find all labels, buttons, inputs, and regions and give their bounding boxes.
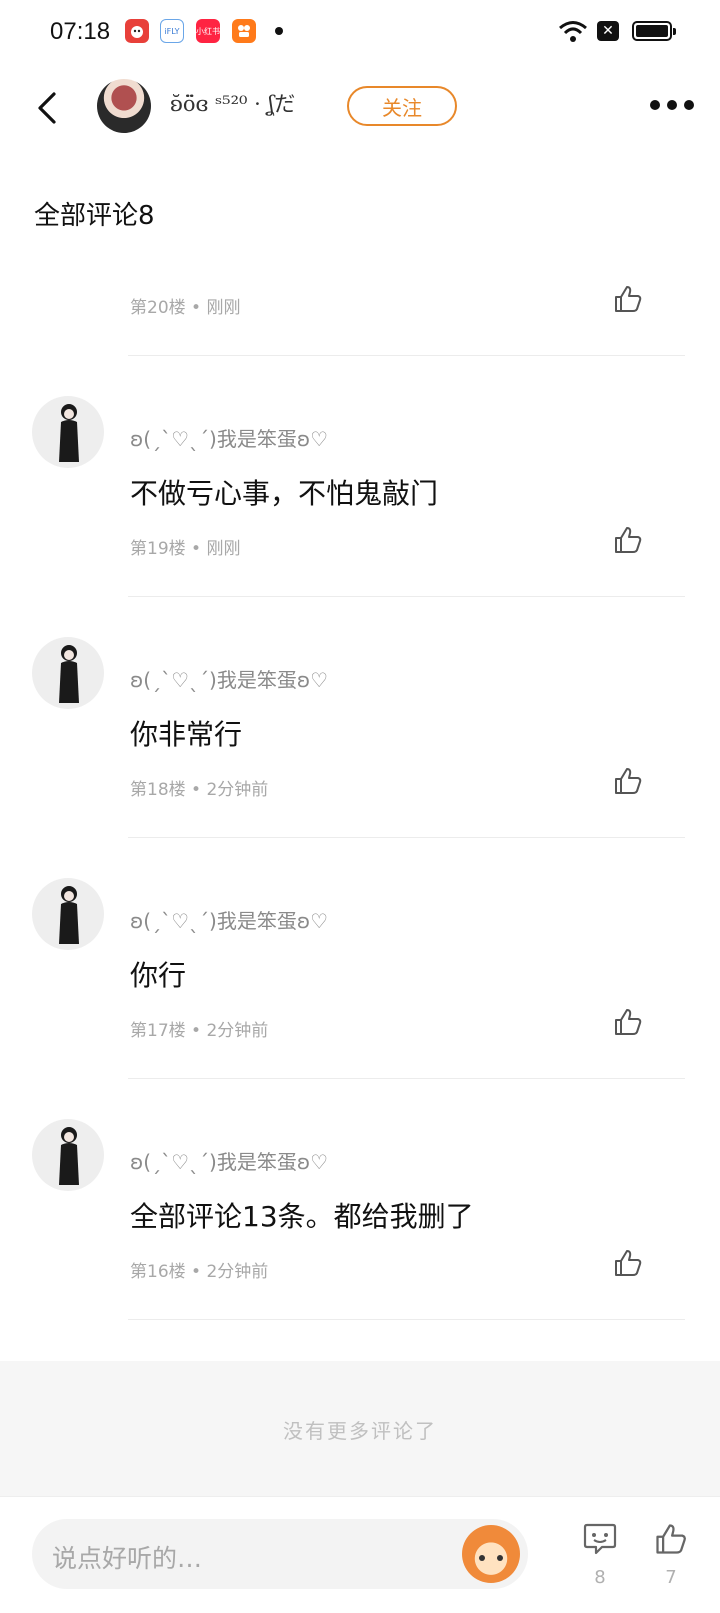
no-sim-icon: ✕ <box>597 21 619 41</box>
bottom-comment-bar: 说点好听的… 8 7 <box>0 1496 720 1613</box>
like-count: 7 <box>665 1567 677 1588</box>
battery-icon <box>632 21 676 41</box>
kuaishou-app-icon <box>232 19 256 43</box>
comment-icon[interactable] <box>582 1521 618 1557</box>
divider <box>128 1078 685 1079</box>
comment-input-placeholder: 说点好听的… <box>52 1544 203 1573</box>
no-more-comments-text: 没有更多评论了 <box>283 1419 437 1443</box>
commenter-avatar[interactable] <box>32 396 104 468</box>
status-time: 07:18 <box>50 18 111 45</box>
like-icon[interactable] <box>612 765 644 797</box>
notification-dot-icon <box>275 27 283 35</box>
comment-meta: 第18楼 • 2分钟前 <box>130 780 269 800</box>
xiaohongshu-app-icon: 小红书 <box>196 19 220 43</box>
commenter-avatar[interactable] <box>32 1119 104 1191</box>
dog-app-icon <box>125 19 149 43</box>
commenter-name[interactable]: ʚ(ˏˋ♡ˎˊ)我是笨蛋ʚ♡ <box>130 905 328 934</box>
comment-text: 全部评论13条。都给我删了 <box>130 1200 474 1233</box>
commenter-avatar[interactable] <box>32 637 104 709</box>
like-icon[interactable] <box>653 1521 689 1557</box>
wifi-icon <box>559 21 587 42</box>
comment-input[interactable]: 说点好听的… <box>32 1519 528 1589</box>
commenter-name[interactable]: ʚ(ˏˋ♡ˎˊ)我是笨蛋ʚ♡ <box>130 664 328 693</box>
emoji-sticker-icon[interactable] <box>462 1525 520 1583</box>
comment-text: 不做亏心事，不怕鬼敲门 <box>130 477 439 510</box>
all-comments-title: 全部评论8 <box>34 201 155 231</box>
comment-text: 你行 <box>130 959 187 992</box>
divider <box>128 1319 685 1320</box>
comment-meta: 第19楼 • 刚刚 <box>130 539 241 559</box>
comment-text: 你非常行 <box>130 718 243 751</box>
comment-meta: 第16楼 • 2分钟前 <box>130 1262 269 1282</box>
more-options-icon[interactable] <box>650 100 694 112</box>
post-header: ʚ̆ö̈ɞ ˢ⁵²⁰ · ʆだ 关注 <box>0 64 720 154</box>
author-avatar[interactable] <box>97 79 151 133</box>
like-icon[interactable] <box>612 524 644 556</box>
status-bar: 07:18 iFLY 小红书 ✕ <box>0 0 720 64</box>
divider <box>128 837 685 838</box>
comment-meta: 第17楼 • 2分钟前 <box>130 1021 269 1041</box>
like-icon[interactable] <box>612 1006 644 1038</box>
commenter-avatar[interactable] <box>32 878 104 950</box>
like-icon[interactable] <box>612 1247 644 1279</box>
like-icon[interactable] <box>612 283 644 315</box>
follow-button[interactable]: 关注 <box>347 86 457 126</box>
back-arrow-icon[interactable] <box>30 90 66 126</box>
iflytek-app-icon: iFLY <box>160 19 184 43</box>
commenter-name[interactable]: ʚ(ˏˋ♡ˎˊ)我是笨蛋ʚ♡ <box>130 1146 328 1175</box>
commenter-name[interactable]: ʚ(ˏˋ♡ˎˊ)我是笨蛋ʚ♡ <box>130 423 328 452</box>
divider <box>128 355 685 356</box>
no-more-comments-banner: 没有更多评论了 <box>0 1361 720 1496</box>
author-name[interactable]: ʚ̆ö̈ɞ ˢ⁵²⁰ · ʆだ <box>170 88 295 118</box>
comment-count: 8 <box>594 1567 606 1588</box>
divider <box>128 596 685 597</box>
comment-meta: 第20楼 • 刚刚 <box>130 298 241 318</box>
